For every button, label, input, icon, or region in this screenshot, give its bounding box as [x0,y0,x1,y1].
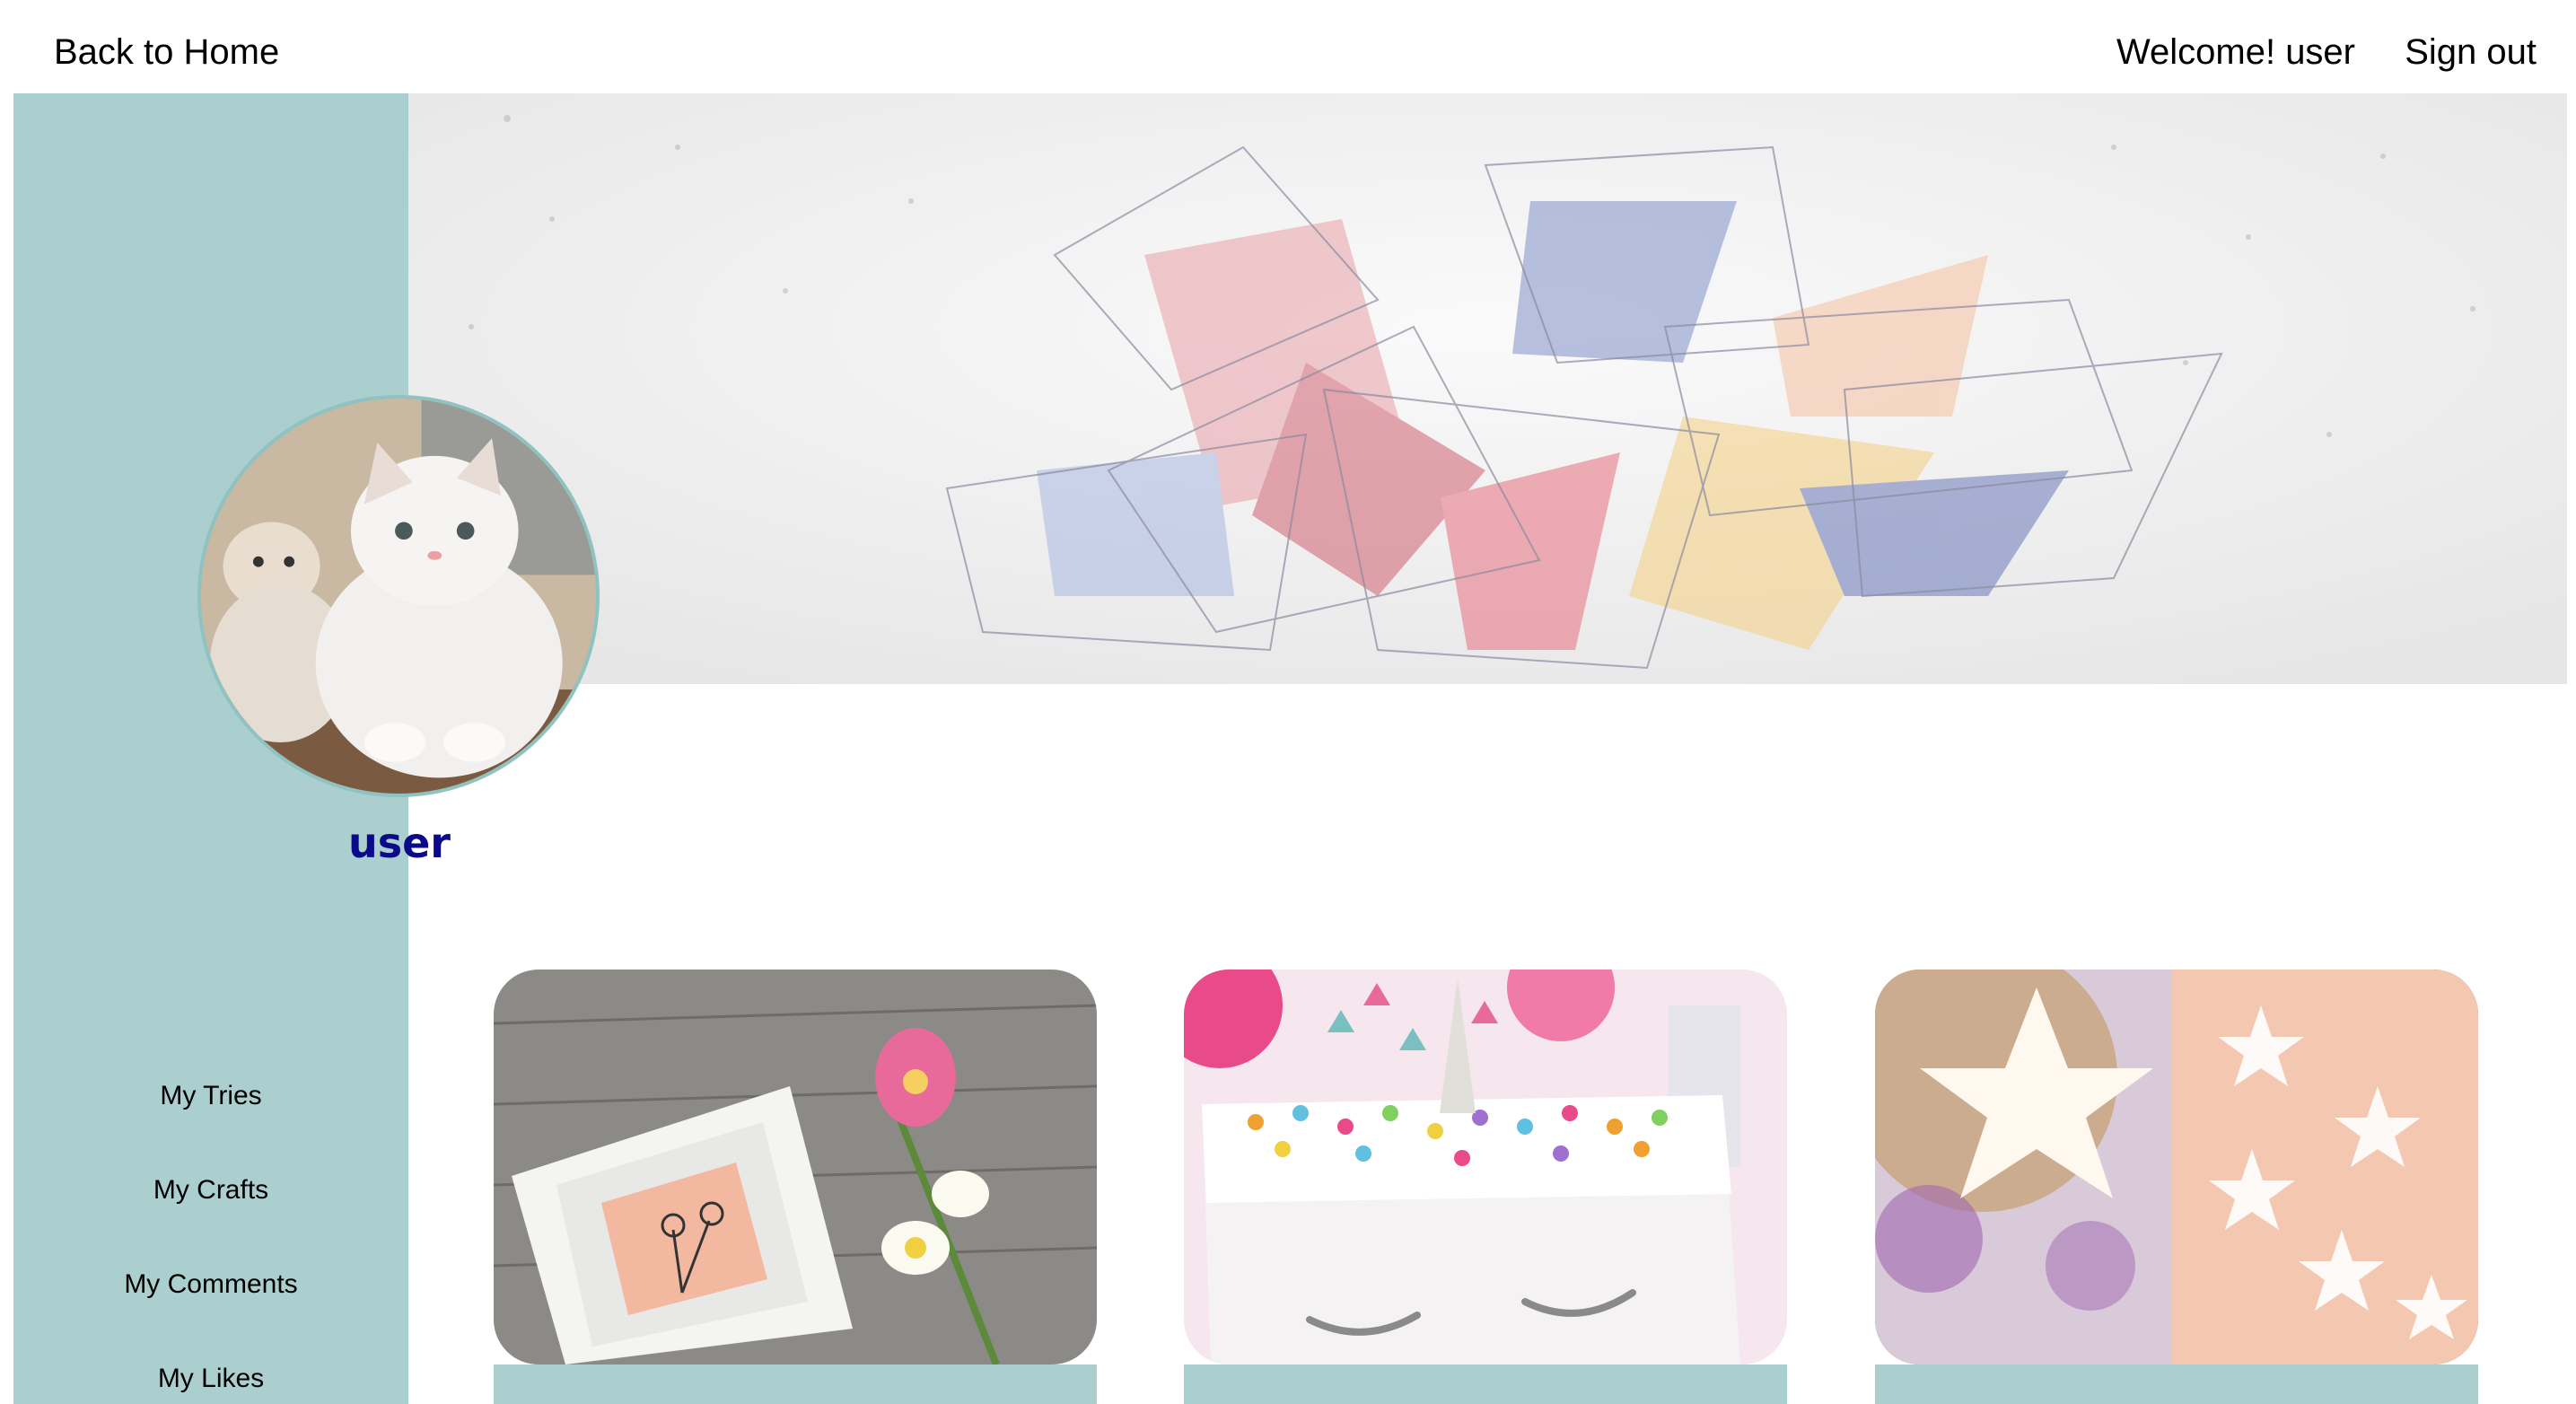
top-bar: Back to Home Welcome! user Sign out [0,0,2576,93]
craft-card[interactable] [1875,970,2478,1404]
framed-flower-art-image[interactable] [494,970,1097,1365]
welcome-text: Welcome! user [2116,32,2355,72]
sign-out-link[interactable]: Sign out [2405,32,2537,73]
star-tshirts-image[interactable] [1875,970,2478,1365]
unicorn-box-image[interactable] [1184,970,1787,1365]
profile-username: user [347,819,451,867]
craft-card[interactable] [1184,970,1787,1404]
card-footer [1875,1365,2478,1404]
card-footer [494,1365,1097,1404]
card-footer [1184,1365,1787,1404]
profile-banner-image [408,93,2567,684]
sidebar-item-my-crafts[interactable]: My Crafts [13,1175,408,1206]
sidebar-item-my-tries[interactable]: My Tries [13,1081,408,1111]
sidebar-item-my-comments[interactable]: My Comments [13,1269,408,1300]
back-to-home-link[interactable]: Back to Home [54,32,279,73]
avatar[interactable] [197,395,600,797]
craft-card[interactable] [494,970,1097,1404]
sidebar-item-my-likes[interactable]: My Likes [13,1364,408,1394]
